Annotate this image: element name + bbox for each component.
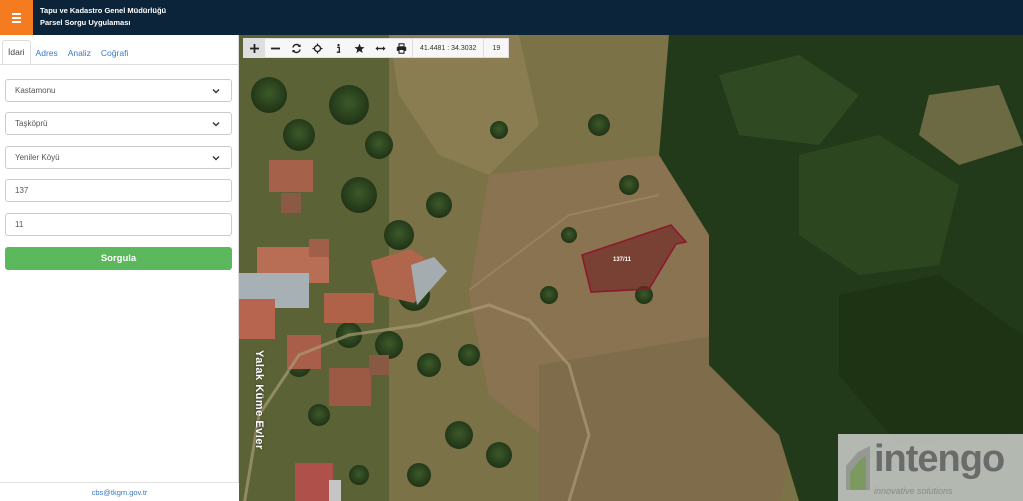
info-icon [336, 43, 341, 53]
sidebar: İdari Adres Analiz Coğrafi Kastamonu Taş… [0, 35, 239, 501]
refresh-icon [292, 43, 301, 53]
tab-analiz[interactable]: Analiz [63, 42, 96, 65]
district-select[interactable]: Taşköprü [5, 112, 232, 135]
province-select-value: Kastamonu [15, 86, 56, 95]
watermark-mark-icon [846, 446, 870, 490]
info-button[interactable] [328, 38, 349, 58]
coordinate-readout: 41.4481 : 34.3032 [412, 38, 483, 58]
satellite-imagery [239, 35, 1023, 501]
parcel-input-value: 11 [15, 220, 24, 229]
app-header: Tapu ve Kadastro Genel Müdürlüğü Parsel … [0, 0, 1023, 35]
sidebar-footer: cbs@tkgm.gov.tr [0, 482, 239, 501]
watermark-tagline: innovative solutions [874, 486, 953, 496]
app-title-line1: Tapu ve Kadastro Genel Müdürlüğü [40, 6, 167, 15]
parcel-input[interactable]: 11 [5, 213, 232, 236]
parcel-label: 137/11 [613, 257, 632, 263]
neighborhood-select[interactable]: Yeniler Köyü [5, 146, 232, 169]
app-title: Tapu ve Kadastro Genel Müdürlüğü Parsel … [40, 5, 166, 29]
footer-email-link[interactable]: cbs@tkgm.gov.tr [92, 488, 148, 497]
watermark-logo: intengo innovative solutions [838, 434, 1023, 501]
refresh-button[interactable] [286, 38, 307, 58]
locate-button[interactable] [307, 38, 328, 58]
chevron-down-icon [212, 88, 220, 93]
print-button[interactable] [391, 38, 412, 58]
hamburger-icon[interactable] [0, 0, 33, 35]
query-button[interactable]: Sorgula [5, 247, 232, 270]
favorite-button[interactable] [349, 38, 370, 58]
map-view[interactable]: 41.4481 : 34.3032 19 137/11 Yalak Küme E… [239, 35, 1023, 501]
watermark-brand: intengo [874, 438, 1005, 480]
tab-adres[interactable]: Adres [31, 42, 63, 65]
tab-cografi[interactable]: Coğrafi [96, 42, 133, 65]
tab-idari[interactable]: İdari [2, 40, 31, 65]
chevron-down-icon [212, 121, 220, 126]
locate-icon [312, 43, 323, 53]
block-input-value: 137 [15, 186, 29, 195]
district-select-value: Taşköprü [15, 119, 48, 128]
zoom-out-button[interactable] [265, 38, 286, 58]
print-icon [396, 42, 407, 54]
star-icon [354, 43, 365, 53]
tab-divider [0, 64, 239, 65]
province-select[interactable]: Kastamonu [5, 79, 232, 102]
neighborhood-select-value: Yeniler Köyü [15, 153, 60, 162]
map-toolbar: 41.4481 : 34.3032 19 [243, 38, 510, 58]
road-label: Yalak Küme Evler [253, 350, 265, 450]
app-root: Tapu ve Kadastro Genel Müdürlüğü Parsel … [0, 0, 1023, 501]
chevron-down-icon [212, 155, 220, 160]
measure-icon [375, 45, 386, 51]
sidebar-tabs: İdari Adres Analiz Coğrafi [2, 39, 133, 65]
measure-button[interactable] [370, 38, 391, 58]
zoom-out-icon [271, 47, 280, 49]
app-title-line2: Parsel Sorgu Uygulaması [40, 18, 131, 27]
zoom-in-icon [250, 43, 259, 53]
block-input[interactable]: 137 [5, 179, 232, 202]
zoom-level-readout: 19 [483, 38, 508, 58]
zoom-in-button[interactable] [244, 38, 265, 58]
